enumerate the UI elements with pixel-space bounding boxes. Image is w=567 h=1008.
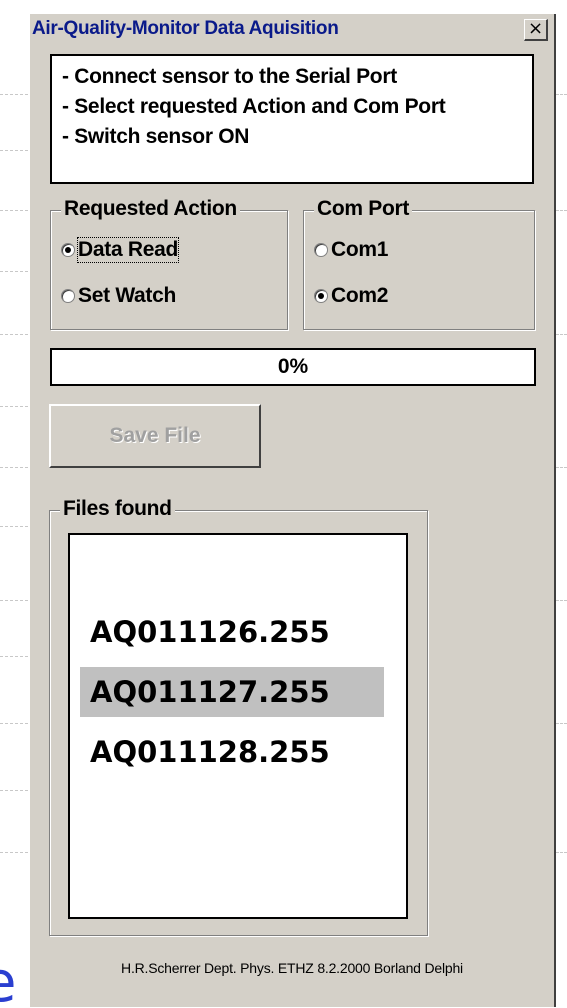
instruction-line: - Select requested Action and Com Port [62, 95, 446, 118]
close-icon: × [527, 18, 544, 39]
radio-label-com1: Com1 [331, 238, 389, 261]
close-button[interactable]: × [524, 19, 548, 41]
footer-credits: H.R.Scherrer Dept. Phys. ETHZ 8.2.2000 B… [121, 960, 463, 976]
file-list-item[interactable]: AQ011128.255 [80, 727, 384, 777]
background-divider [0, 406, 28, 407]
file-list-item[interactable]: AQ011127.255 [80, 667, 384, 717]
background-divider [556, 210, 567, 211]
radio-com1[interactable]: Com1 [314, 235, 388, 265]
background-divider [556, 467, 567, 468]
instructions-panel: - Connect sensor to the Serial Port - Se… [50, 54, 534, 184]
progress-label: 0% [277, 355, 309, 378]
radio-set-watch[interactable]: Set Watch [61, 281, 176, 311]
background-letter-fragment: e [0, 958, 28, 1008]
background-divider [0, 526, 28, 527]
background-divider [0, 852, 28, 853]
app-window: Air-Quality-Monitor Data Aquisition × - … [28, 14, 556, 1007]
window-title: Air-Quality-Monitor Data Aquisition [32, 18, 339, 39]
com-port-group: Com Port Com1 Com2 [303, 197, 535, 330]
background-divider [0, 723, 28, 724]
background-divider [0, 600, 28, 601]
radio-indicator[interactable] [61, 289, 75, 303]
background-divider [556, 94, 567, 95]
file-list-item[interactable]: AQ011126.255 [80, 607, 384, 657]
radio-label-data-read: Data Read [76, 237, 180, 263]
radio-data-read[interactable]: Data Read [61, 235, 180, 265]
radio-indicator[interactable] [61, 243, 75, 257]
background-divider [0, 94, 28, 95]
instruction-line: - Connect sensor to the Serial Port [62, 65, 397, 88]
save-file-button[interactable]: Save File [49, 404, 261, 468]
background-divider [0, 210, 28, 211]
background-divider [0, 271, 28, 272]
background-divider [0, 334, 28, 335]
com-port-legend: Com Port [314, 197, 413, 221]
progress-bar: 0% [50, 348, 536, 386]
background-divider [0, 790, 28, 791]
requested-action-legend: Requested Action [61, 197, 240, 221]
radio-label-com2: Com2 [331, 284, 389, 307]
background-divider [0, 467, 28, 468]
files-listbox[interactable]: AQ011126.255 AQ011127.255 AQ011128.255 [68, 533, 408, 919]
files-found-legend: Files found [60, 497, 175, 521]
files-found-group: Files found AQ011126.255 AQ011127.255 AQ… [49, 497, 428, 936]
requested-action-group: Requested Action Data Read Set Watch [50, 197, 288, 330]
radio-label-set-watch: Set Watch [78, 284, 177, 307]
instruction-line: - Switch sensor ON [62, 125, 250, 148]
background-divider [556, 852, 567, 853]
background-divider [556, 334, 567, 335]
background-divider [556, 600, 567, 601]
radio-indicator[interactable] [314, 289, 328, 303]
background-divider [0, 150, 28, 151]
background-divider [0, 656, 28, 657]
radio-indicator[interactable] [314, 243, 328, 257]
title-bar[interactable]: Air-Quality-Monitor Data Aquisition × [30, 14, 554, 46]
radio-com2[interactable]: Com2 [314, 281, 388, 311]
background-divider [556, 723, 567, 724]
